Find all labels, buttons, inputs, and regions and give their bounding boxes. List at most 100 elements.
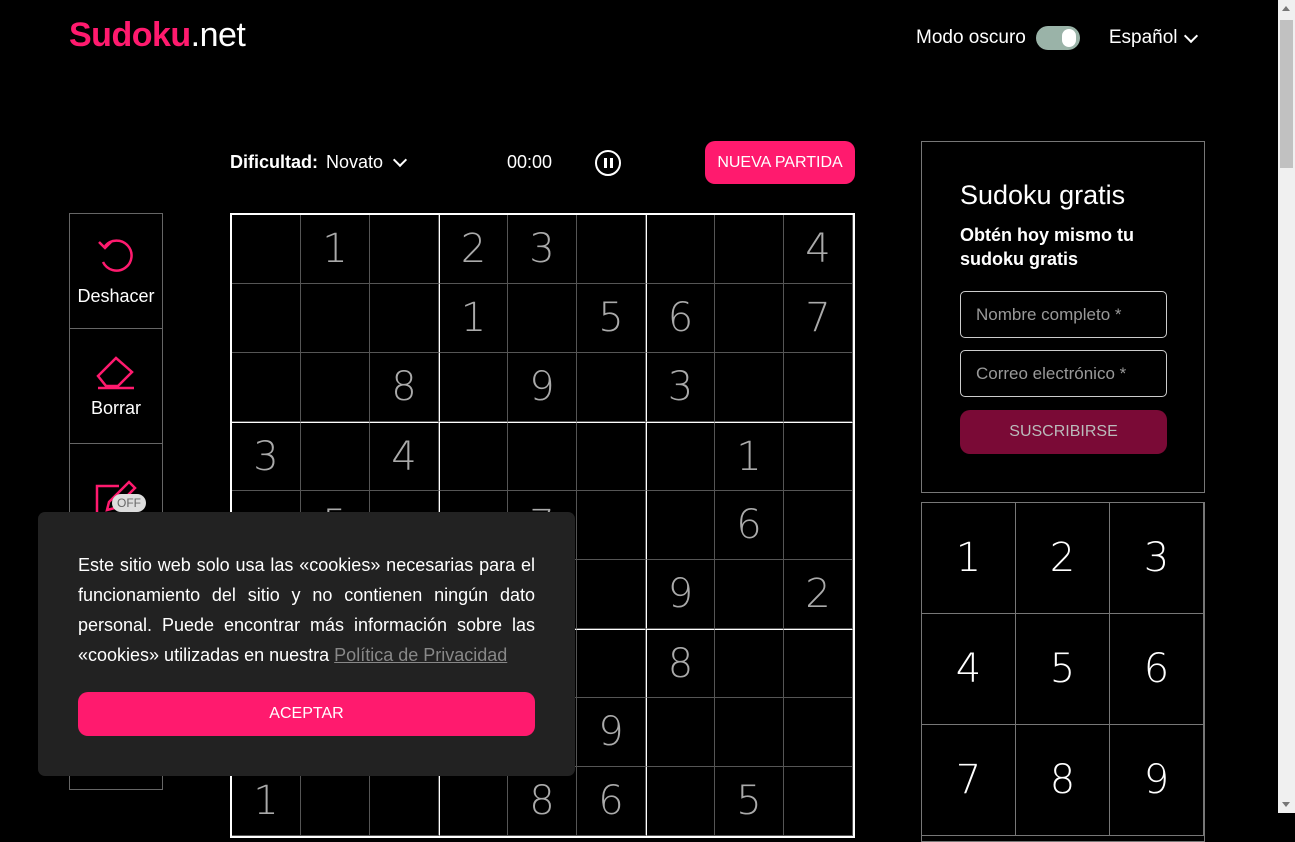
scroll-down-icon[interactable] <box>1282 802 1290 807</box>
grid-cell[interactable] <box>646 698 715 767</box>
grid-cell[interactable]: 1 <box>439 284 508 353</box>
grid-cell[interactable] <box>439 422 508 491</box>
numpad-key[interactable]: 7 <box>922 725 1016 836</box>
grid-cell[interactable]: 1 <box>301 215 370 284</box>
subscribe-box: Sudoku gratis Obtén hoy mismo tu sudoku … <box>921 141 1205 493</box>
grid-cell[interactable]: 3 <box>232 422 301 491</box>
grid-cell[interactable]: 8 <box>508 767 577 836</box>
grid-cell[interactable] <box>646 215 715 284</box>
scrollbar-thumb[interactable] <box>1280 20 1293 168</box>
logo[interactable]: Sudoku.net <box>69 16 246 55</box>
notes-state-badge: OFF <box>112 494 146 512</box>
grid-cell[interactable] <box>784 353 853 422</box>
grid-cell[interactable]: 6 <box>646 284 715 353</box>
grid-cell[interactable]: 1 <box>232 767 301 836</box>
grid-cell[interactable]: 2 <box>784 560 853 629</box>
erase-label: Borrar <box>90 397 141 418</box>
grid-cell[interactable] <box>784 767 853 836</box>
difficulty-select[interactable]: Dificultad: Novato <box>230 152 408 173</box>
grid-cell[interactable]: 7 <box>784 284 853 353</box>
grid-cell[interactable] <box>577 560 646 629</box>
game-toolbar: Dificultad: Novato 00:00 NUEVA PARTIDA <box>230 141 855 184</box>
grid-cell[interactable] <box>646 767 715 836</box>
grid-cell[interactable] <box>301 422 370 491</box>
grid-cell[interactable] <box>370 284 439 353</box>
numpad-key[interactable]: 2 <box>1016 503 1110 614</box>
grid-cell[interactable]: 9 <box>577 698 646 767</box>
grid-cell[interactable]: 4 <box>784 215 853 284</box>
grid-cell[interactable] <box>715 353 784 422</box>
grid-cell[interactable]: 6 <box>577 767 646 836</box>
grid-cell[interactable] <box>715 215 784 284</box>
grid-cell[interactable]: 9 <box>508 353 577 422</box>
grid-cell[interactable] <box>577 353 646 422</box>
number-pad: 1 2 3 4 5 6 7 8 9 <box>921 502 1205 842</box>
grid-cell[interactable]: 9 <box>646 560 715 629</box>
numpad-key[interactable]: 5 <box>1016 614 1110 725</box>
grid-cell[interactable] <box>784 422 853 491</box>
grid-cell[interactable] <box>715 629 784 698</box>
grid-cell[interactable] <box>439 353 508 422</box>
grid-cell[interactable] <box>301 767 370 836</box>
subscribe-title: Sudoku gratis <box>960 180 1126 210</box>
grid-cell[interactable] <box>646 491 715 560</box>
scroll-up-icon[interactable] <box>1282 6 1290 11</box>
grid-cell[interactable] <box>715 284 784 353</box>
grid-cell[interactable] <box>784 491 853 560</box>
difficulty-label: Dificultad: <box>230 152 318 172</box>
grid-cell[interactable]: 4 <box>370 422 439 491</box>
privacy-policy-link[interactable]: Política de Privacidad <box>334 645 507 665</box>
numpad-key[interactable]: 3 <box>1110 503 1204 614</box>
subscribe-button[interactable]: SUSCRIBIRSE <box>960 410 1167 454</box>
numpad-key[interactable]: 8 <box>1016 725 1110 836</box>
grid-cell[interactable]: 3 <box>646 353 715 422</box>
grid-cell[interactable] <box>577 215 646 284</box>
grid-cell[interactable] <box>370 767 439 836</box>
grid-cell[interactable] <box>232 215 301 284</box>
grid-cell[interactable] <box>232 353 301 422</box>
grid-cell[interactable]: 6 <box>715 491 784 560</box>
name-input[interactable] <box>960 291 1167 338</box>
erase-button[interactable]: Borrar <box>70 329 162 444</box>
scrollbar[interactable] <box>1278 0 1295 813</box>
grid-cell[interactable] <box>301 353 370 422</box>
grid-cell[interactable] <box>577 422 646 491</box>
grid-cell[interactable]: 8 <box>646 629 715 698</box>
grid-cell[interactable] <box>715 698 784 767</box>
chevron-down-icon <box>1183 28 1198 43</box>
undo-button[interactable]: Deshacer <box>70 214 162 329</box>
grid-cell[interactable]: 2 <box>439 215 508 284</box>
grid-cell[interactable]: 8 <box>370 353 439 422</box>
numpad-key[interactable]: 9 <box>1110 725 1204 836</box>
grid-cell[interactable] <box>232 284 301 353</box>
grid-cell[interactable]: 1 <box>715 422 784 491</box>
language-value: Español <box>1108 27 1178 48</box>
grid-cell[interactable] <box>508 422 577 491</box>
grid-cell[interactable] <box>301 284 370 353</box>
grid-cell[interactable] <box>439 767 508 836</box>
grid-cell[interactable] <box>577 491 646 560</box>
email-input[interactable] <box>960 350 1167 397</box>
grid-cell[interactable]: 5 <box>577 284 646 353</box>
subscribe-subtitle: Obtén hoy mismo tu sudoku gratis <box>960 225 1135 269</box>
pause-icon[interactable] <box>595 149 621 176</box>
logo-brand: Sudoku <box>69 16 191 54</box>
dark-mode-toggle[interactable] <box>1035 26 1080 50</box>
grid-cell[interactable]: 5 <box>715 767 784 836</box>
accept-cookies-button[interactable]: ACEPTAR <box>78 692 535 736</box>
grid-cell[interactable] <box>370 215 439 284</box>
grid-cell[interactable]: 3 <box>508 215 577 284</box>
grid-cell[interactable] <box>715 560 784 629</box>
cookie-text: Este sitio web solo usa las «cookies» ne… <box>78 550 535 670</box>
grid-cell[interactable] <box>646 422 715 491</box>
grid-cell[interactable] <box>784 629 853 698</box>
language-select[interactable]: Español <box>1108 27 1198 49</box>
new-game-button[interactable]: NUEVA PARTIDA <box>705 141 855 184</box>
grid-cell[interactable] <box>577 629 646 698</box>
grid-cell[interactable] <box>784 698 853 767</box>
numpad-key[interactable]: 1 <box>922 503 1016 614</box>
numpad-key[interactable]: 4 <box>922 614 1016 725</box>
numpad-key[interactable]: 6 <box>1110 614 1204 725</box>
grid-cell[interactable] <box>508 284 577 353</box>
timer: 00:00 <box>507 152 553 172</box>
